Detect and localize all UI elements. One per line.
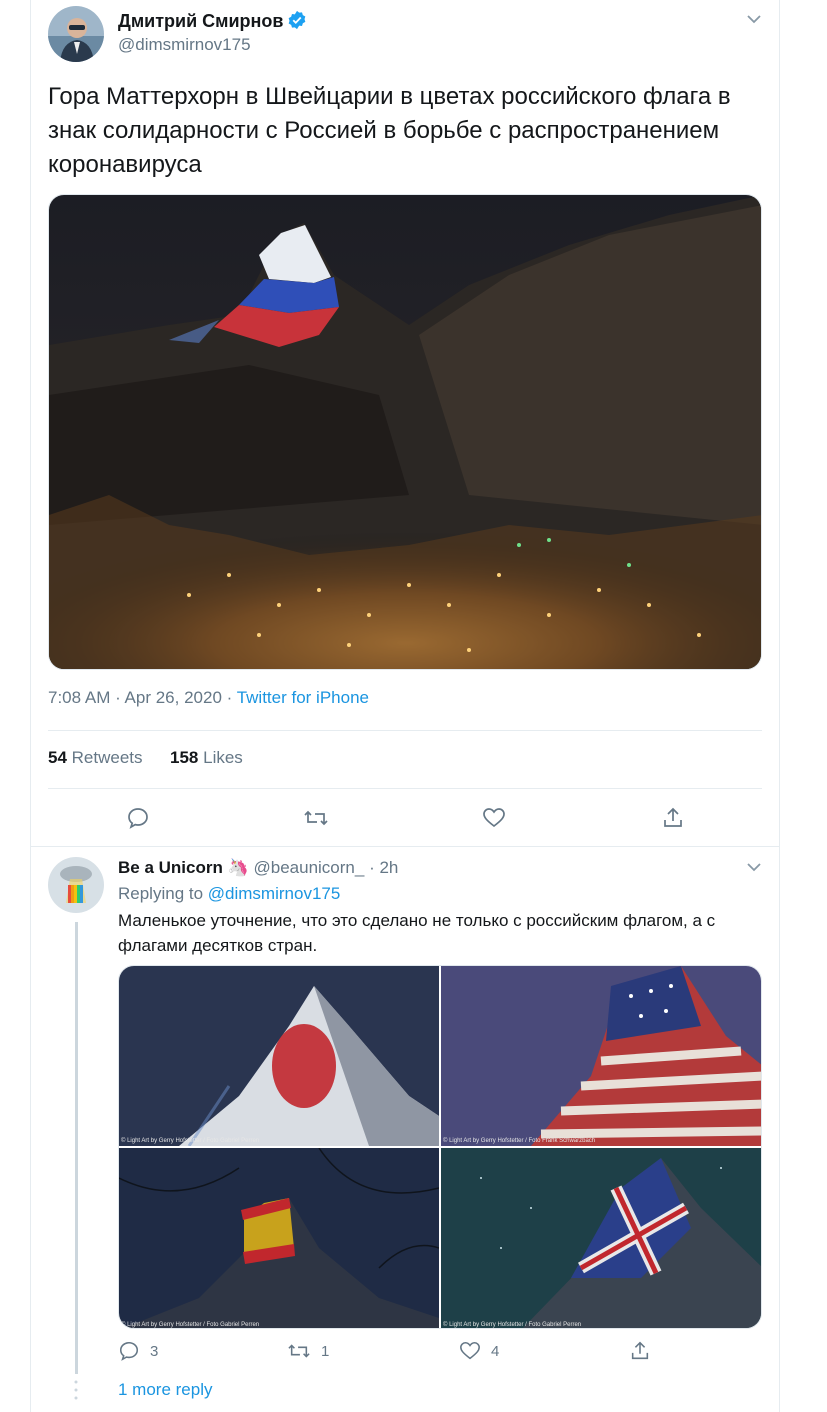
reply-icon[interactable] [126,806,150,830]
retweet-icon [288,1344,310,1358]
author-name[interactable]: Дмитрий Смирнов [118,11,283,31]
photo-credit: © Light Art by Gerry Hofstetter / Foto G… [121,1138,260,1144]
divider [48,788,762,789]
replying-to-label: Replying to [118,884,208,903]
reply-text: Маленькое уточнение, что это сделано не … [118,911,716,955]
tweet-source-link[interactable]: Twitter for iPhone [237,688,369,707]
photo-usa-flag[interactable]: © Light Art by Gerry Hofstetter / Foto F… [441,966,761,1146]
thread-line [75,922,78,1374]
replying-to-link[interactable]: @dimsmirnov175 [208,884,341,903]
divider [30,846,780,847]
reply-time[interactable]: 2h [379,858,398,877]
reply-count: 3 [150,1342,159,1360]
chevron-down-icon[interactable] [745,10,763,33]
share-icon[interactable] [661,806,685,830]
photo-credit: © Light Art by Gerry Hofstetter / Foto G… [443,1322,582,1328]
retweet-icon[interactable] [303,806,329,830]
reply-retweet-button[interactable]: 1 [287,1340,329,1362]
reply-author-handle[interactable]: @beaunicorn_ [254,858,365,877]
reply-author-name[interactable]: Be a Unicorn [118,858,223,877]
reply-icon [119,1341,139,1361]
tweet-timestamp[interactable]: 7:08 AM · Apr 26, 2020 · [48,688,237,707]
reply-reply-button[interactable]: 3 [118,1340,158,1362]
reply-like-button[interactable]: 4 [459,1340,499,1362]
share-icon[interactable] [629,1340,651,1367]
photo-credit: © Light Art by Gerry Hofstetter / Foto F… [443,1138,596,1144]
photo-japan-flag[interactable]: © Light Art by Gerry Hofstetter / Foto G… [119,966,439,1146]
reply-author-avatar[interactable] [48,857,104,913]
more-replies-dots-icon [74,1380,78,1407]
chevron-down-icon[interactable] [745,858,763,881]
likes-stat[interactable]: 158 Likes [170,748,243,767]
photo-credit: © Light Art by Gerry Hofstetter / Foto G… [121,1322,260,1328]
author-avatar[interactable] [48,6,104,62]
tweet-meta: 7:08 AM · Apr 26, 2020 · Twitter for iPh… [48,688,369,708]
reply-author-line: Be a Unicorn 🦄 @beaunicorn_ · 2h [118,858,398,878]
separator: · [364,858,380,877]
like-icon[interactable] [482,806,506,830]
reply-photo-grid: © Light Art by Gerry Hofstetter / Foto G… [118,965,762,1329]
divider [48,730,762,731]
retweet-count: 1 [321,1342,330,1360]
replying-to-line: Replying to @dimsmirnov175 [118,884,340,904]
photo-spain-flag[interactable]: © Light Art by Gerry Hofstetter / Foto G… [119,1148,439,1328]
author-handle[interactable]: @dimsmirnov175 [118,35,251,55]
tweet-text: Гора Маттерхорн в Швейцарии в цветах рос… [48,83,731,178]
verified-badge-icon [287,10,307,30]
tweet-stats: 54 Retweets 158 Likes [48,748,243,768]
like-count: 4 [491,1342,500,1360]
more-replies-link[interactable]: 1 more reply [118,1380,212,1400]
retweets-stat[interactable]: 54 Retweets [48,748,143,767]
like-icon [460,1341,480,1360]
author-line: Дмитрий Смирнов [118,10,307,32]
tweet-photo[interactable] [48,194,762,670]
photo-uk-flag[interactable]: © Light Art by Gerry Hofstetter / Foto G… [441,1148,761,1328]
unicorn-emoji-icon: 🦄 [227,858,249,877]
